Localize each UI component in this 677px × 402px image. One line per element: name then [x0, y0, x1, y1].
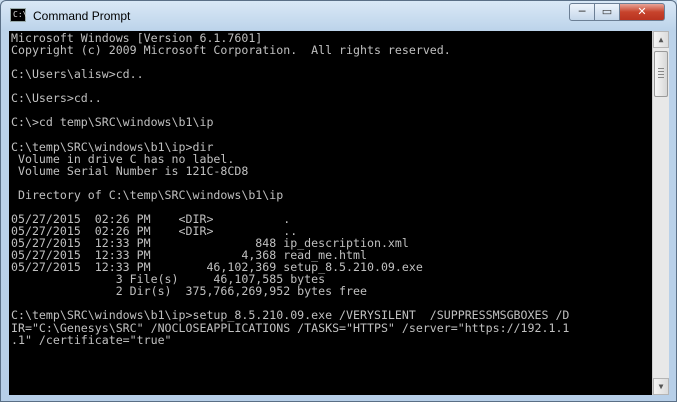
command-prompt-window: C:\ Command Prompt ─ ▭ ✕ Microsoft Windo… [0, 0, 677, 402]
console-line: C:\Users\alisw>cd.. [11, 67, 144, 82]
command-prompt-icon[interactable]: C:\ [10, 8, 28, 22]
grip-icon [658, 68, 664, 78]
console-line: Copyright (c) 2009 Microsoft Corporation… [11, 43, 451, 58]
close-button[interactable]: ✕ [619, 3, 665, 21]
console-line: C:\>cd temp\SRC\windows\b1\ip [11, 115, 214, 130]
window-title: Command Prompt [33, 9, 131, 23]
title-bar[interactable]: C:\ Command Prompt ─ ▭ ✕ [1, 1, 676, 31]
console-output[interactable]: Microsoft Windows [Version 6.1.7601] Cop… [9, 31, 652, 395]
console-line: .1" /certificate="true" [11, 332, 172, 347]
console-line: C:\Users>cd.. [11, 91, 102, 106]
scroll-up-button[interactable]: ▲ [653, 31, 669, 48]
console-text: Microsoft Windows [Version 6.1.7601] Cop… [9, 31, 652, 346]
scroll-thumb[interactable] [654, 51, 668, 97]
scroll-down-button[interactable]: ▼ [653, 378, 669, 395]
console-line: Directory of C:\temp\SRC\windows\b1\ip [11, 187, 284, 202]
vertical-scrollbar[interactable]: ▲ ▼ [652, 31, 669, 395]
app-icon-glyph: C:\ [13, 10, 28, 19]
minimize-button[interactable]: ─ [569, 3, 595, 21]
console-line: Volume Serial Number is 121C-8CD8 [11, 163, 249, 178]
console-line: 2 Dir(s) 375,766,269,952 bytes free [11, 284, 367, 299]
maximize-button[interactable]: ▭ [594, 3, 620, 21]
